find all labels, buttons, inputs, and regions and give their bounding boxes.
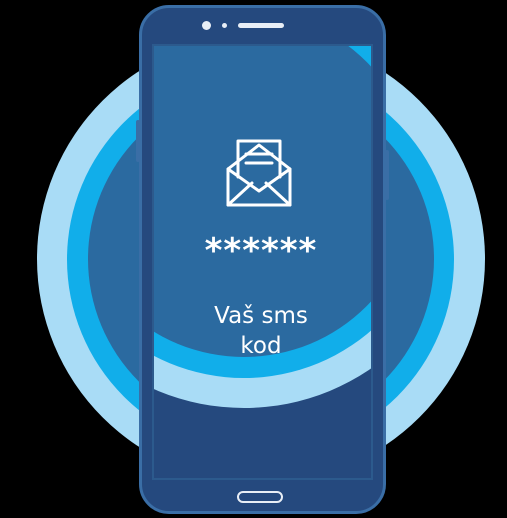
caption-line-2: kod bbox=[240, 333, 282, 359]
proximity-sensor bbox=[222, 23, 227, 28]
earpiece-speaker bbox=[238, 23, 284, 28]
home-button bbox=[237, 491, 283, 503]
envelope-open-icon bbox=[226, 139, 292, 207]
caption-line-1: Vaš sms bbox=[214, 303, 308, 329]
masked-sms-code: ****** bbox=[204, 231, 318, 271]
sms-code-illustration: ****** Vaš sms kod bbox=[0, 0, 507, 518]
sms-code-caption: Vaš sms kod bbox=[150, 301, 372, 361]
front-camera bbox=[202, 21, 211, 30]
